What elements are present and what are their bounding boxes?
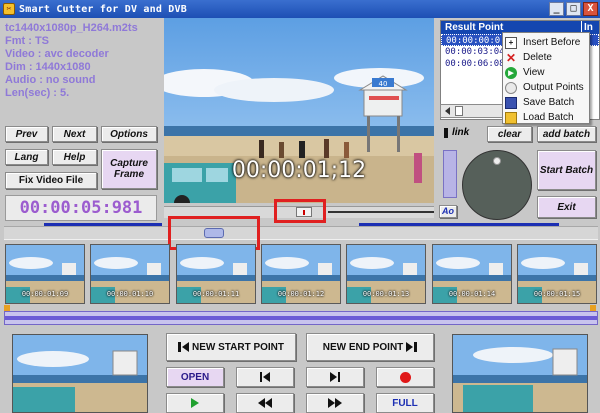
lang-button[interactable]: Lang — [5, 149, 48, 165]
thumbnail-timecode: 00:00:01:13 — [362, 290, 410, 298]
thumbnail-frame[interactable]: 00:00:01:13 — [346, 244, 426, 304]
jog-dial[interactable] — [462, 150, 532, 220]
start-point-arrow-icon — [181, 342, 189, 352]
video-seek-line — [328, 211, 434, 213]
timeline-progress-left — [44, 223, 162, 226]
minimize-button[interactable]: _ — [549, 2, 564, 16]
load-icon — [505, 111, 517, 124]
end-preview-image — [453, 335, 587, 412]
thumbnail-timecode: 00:00:01:12 — [277, 290, 325, 298]
format-info: Fmt : TS — [5, 35, 49, 47]
context-menu: + Insert Before ✕ Delete ▶ View Output P… — [502, 32, 590, 124]
output-icon — [505, 81, 517, 94]
save-icon — [505, 96, 517, 109]
jog-dial-knob[interactable] — [493, 157, 501, 165]
dimension-info: Dim : 1440x1080 — [5, 61, 91, 73]
capture-frame-button[interactable]: Capture Frame — [101, 149, 157, 189]
menu-item-save-batch[interactable]: Save Batch — [503, 95, 589, 110]
open-button[interactable]: OPEN — [166, 367, 224, 387]
fast-forward-icon-b — [335, 398, 342, 408]
start-batch-button[interactable]: Start Batch — [537, 150, 596, 190]
insert-icon: + — [505, 36, 517, 49]
thumbnail-timecode: 00:00:01:09 — [21, 290, 69, 298]
thumbnail-frame[interactable]: 00:00:01:12 — [261, 244, 341, 304]
volume-slider[interactable] — [443, 150, 457, 198]
exit-button[interactable]: Exit — [537, 196, 596, 218]
menu-item-view[interactable]: ▶ View — [503, 65, 589, 80]
next-frame-arrow-icon — [330, 372, 337, 382]
delete-icon: ✕ — [505, 50, 517, 65]
window-title: Smart Cutter for DV and DVB — [19, 3, 187, 15]
menu-item-delete[interactable]: ✕ Delete — [503, 50, 589, 65]
video-info: Video : avc decoder — [5, 48, 109, 60]
video-timecode-overlay: 00:00:01;12 — [231, 158, 367, 183]
start-point-preview[interactable] — [12, 334, 148, 413]
end-point-bar-icon — [414, 342, 418, 352]
next-frame-bar-icon — [338, 372, 340, 382]
thumbnail-timecode: 00:00:01:10 — [106, 290, 154, 298]
prev-frame-bar-icon — [260, 372, 262, 382]
rewind-icon-b — [265, 398, 272, 408]
rewind-button[interactable] — [236, 393, 294, 413]
link-label: link — [452, 127, 470, 138]
menu-item-insert-before[interactable]: + Insert Before — [503, 35, 589, 50]
svg-text:40: 40 — [379, 80, 388, 88]
title-bar: ✂ Smart Cutter for DV and DVB _ □ X — [0, 0, 600, 18]
record-icon — [399, 371, 411, 383]
fast-forward-button[interactable] — [306, 393, 364, 413]
end-point-preview[interactable] — [452, 334, 588, 413]
file-name: tc1440x1080p_H264.m2ts — [5, 22, 138, 34]
fast-forward-icon-a — [328, 398, 335, 408]
thumbnail-timecode: 00:00:01:14 — [448, 290, 496, 298]
full-button[interactable]: FULL — [376, 393, 434, 413]
maximize-button[interactable]: □ — [566, 2, 581, 16]
selection-range-fill — [5, 316, 597, 320]
audio-info: Audio : no sound — [5, 74, 96, 86]
help-button[interactable]: Help — [52, 149, 97, 165]
next-frame-button[interactable] — [306, 367, 364, 387]
rewind-icon-a — [258, 398, 265, 408]
options-button[interactable]: Options — [101, 126, 157, 142]
app-icon: ✂ — [3, 3, 15, 15]
scroll-left-arrow-icon[interactable] — [445, 107, 450, 115]
play-button[interactable] — [166, 393, 224, 413]
fix-video-file-button[interactable]: Fix Video File — [5, 172, 97, 189]
end-point-arrow-icon — [406, 342, 414, 352]
thumbnail-frame[interactable]: 00:00:01:15 — [517, 244, 597, 304]
add-batch-button[interactable]: add batch — [537, 126, 596, 142]
new-start-point-button[interactable]: NEW START POINT — [166, 333, 296, 361]
new-end-point-button[interactable]: NEW END POINT — [306, 333, 434, 361]
start-preview-image — [13, 335, 147, 412]
thumbnail-frame[interactable]: 00:00:01:14 — [432, 244, 512, 304]
prev-frame-button[interactable] — [236, 367, 294, 387]
menu-item-output-points[interactable]: Output Points — [503, 80, 589, 95]
prev-button[interactable]: Prev — [5, 126, 48, 142]
play-icon — [191, 398, 199, 408]
file-info-panel: tc1440x1080p_H264.m2ts Fmt : TS Video : … — [5, 22, 157, 118]
length-info: Len(sec) : 5. — [5, 87, 70, 99]
thumbnail-timecode: 00:00:01:11 — [192, 290, 240, 298]
ao-button[interactable]: Ao — [439, 205, 457, 218]
selection-range-bar[interactable] — [4, 311, 598, 325]
thumbnail-frame[interactable]: 00:00:01:09 — [5, 244, 85, 304]
view-icon: ▶ — [505, 66, 517, 79]
thumbnail-frame[interactable]: 00:00:01:10 — [90, 244, 170, 304]
start-point-bar-icon — [177, 342, 181, 352]
link-checkbox[interactable] — [444, 128, 448, 138]
next-button[interactable]: Next — [52, 126, 97, 142]
thumbnail-timecode: 00:00:01:15 — [533, 290, 581, 298]
timeline-track[interactable] — [4, 223, 598, 240]
clear-button[interactable]: clear — [487, 126, 532, 142]
current-time-display: 00:00:05:981 — [5, 195, 157, 221]
record-button[interactable] — [376, 367, 434, 387]
thumbnail-frame[interactable]: 00:00:01:11 — [176, 244, 256, 304]
scroll-thumb[interactable] — [455, 106, 463, 116]
highlight-box-seek — [274, 199, 326, 223]
menu-item-load-batch[interactable]: Load Batch — [503, 110, 589, 125]
timeline-progress-right — [359, 223, 559, 226]
prev-frame-arrow-icon — [263, 372, 270, 382]
close-button[interactable]: X — [583, 2, 598, 16]
